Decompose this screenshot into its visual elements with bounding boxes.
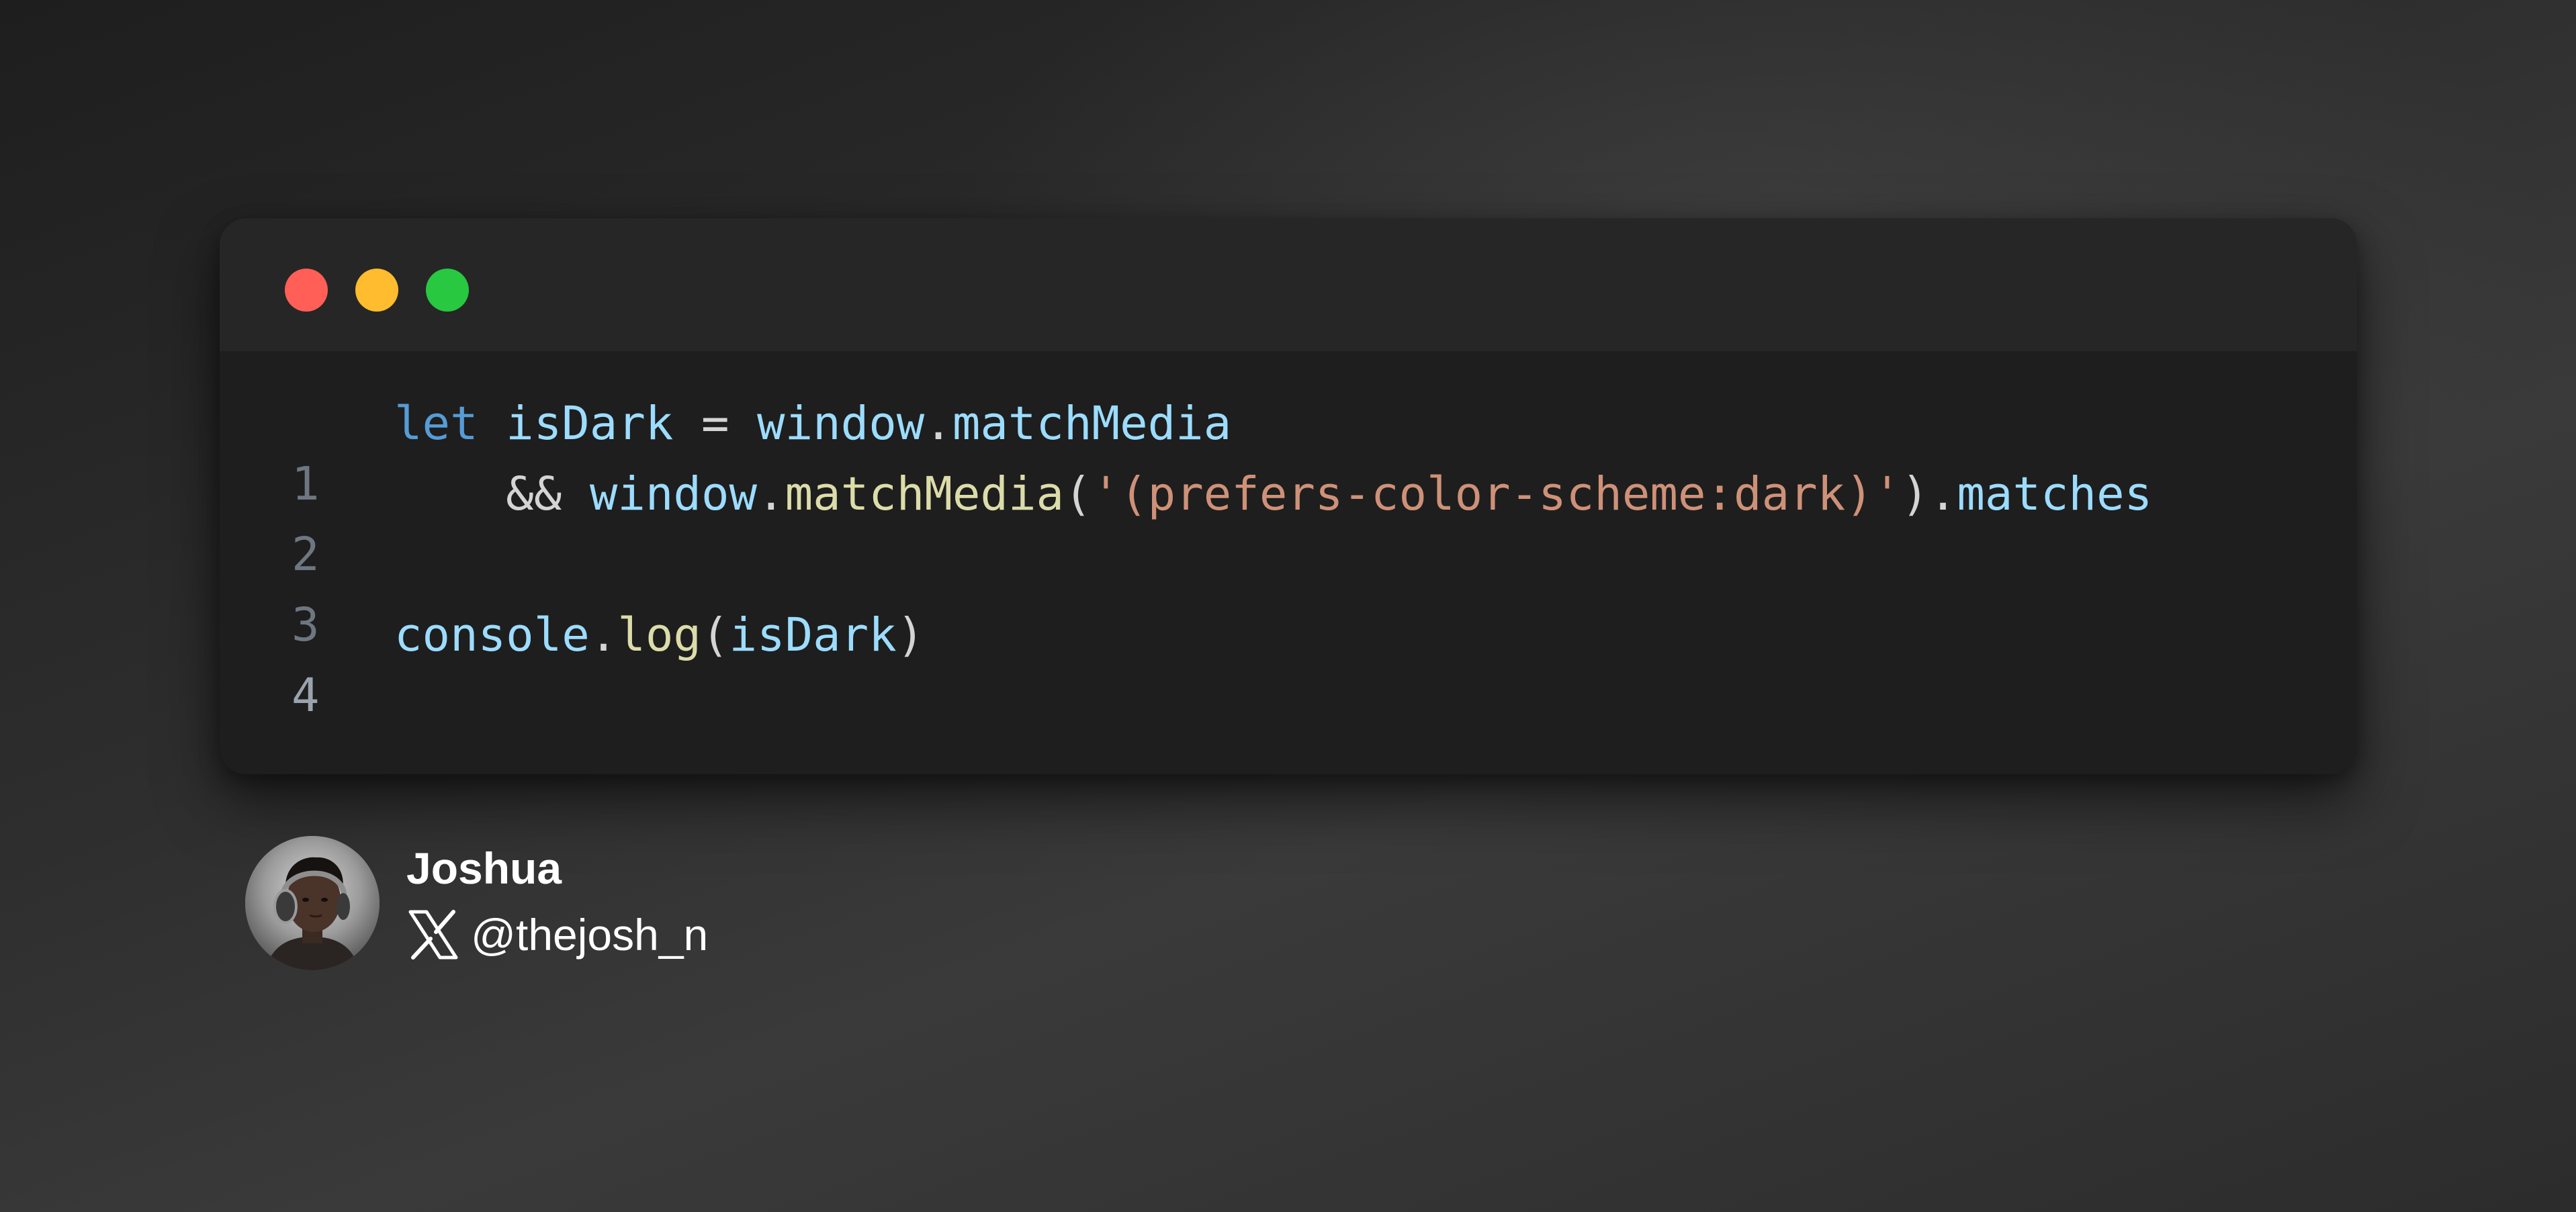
code-line: 2 && window.matchMedia('(prefers-color-s… [220, 464, 2357, 581]
code-token-paren: ) [1901, 467, 1929, 521]
minimize-window-icon[interactable] [355, 269, 398, 312]
line-content: && window.matchMedia('(prefers-color-sch… [394, 464, 2152, 524]
code-token-string: '(prefers-color-scheme:dark)' [1092, 467, 1902, 521]
code-token-object: console [394, 608, 590, 662]
code-token-function: matchMedia [785, 467, 1065, 521]
code-token-dot: . [757, 467, 785, 521]
code-token-keyword: let [394, 397, 478, 451]
code-token-object: window [589, 467, 758, 521]
code-token-property: matches [1957, 467, 2153, 521]
code-token-paren: ( [701, 608, 729, 662]
code-token-property: matchMedia [952, 397, 1232, 451]
maximize-window-icon[interactable] [426, 269, 469, 312]
avatar [245, 836, 380, 970]
code-token-paren: ) [896, 608, 925, 662]
code-line: 3 [220, 534, 2357, 652]
code-token-dot: . [589, 608, 618, 662]
code-token-operator: && [506, 467, 562, 521]
line-content: console.log(isDark) [394, 605, 924, 665]
code-line: 4 console.log(isDark) [220, 605, 2357, 722]
code-window: 1 let isDark = window.matchMedia 2 && wi… [220, 218, 2357, 774]
close-window-icon[interactable] [285, 269, 328, 312]
line-number: 4 [292, 669, 320, 722]
author-handle[interactable]: @thejosh_n [471, 906, 708, 963]
window-titlebar [220, 218, 2357, 351]
code-token-variable: isDark [506, 397, 674, 451]
code-token-indent [394, 467, 506, 521]
author-card: Joshua @thejosh_n [245, 836, 850, 970]
author-name: Joshua [406, 843, 562, 893]
x-logo-icon [408, 910, 458, 960]
code-token-variable: isDark [729, 608, 897, 662]
avatar-portrait-icon [245, 836, 380, 970]
code-token-dot: . [1928, 467, 1957, 521]
code-line: 1 let isDark = window.matchMedia [220, 393, 2357, 511]
code-token-operator: = [673, 397, 758, 451]
code-token-function: log [617, 608, 701, 662]
code-token-paren: ( [1064, 467, 1092, 521]
code-editor: 1 let isDark = window.matchMedia 2 && wi… [220, 351, 2357, 774]
code-token-object: window [757, 397, 925, 451]
line-content: let isDark = window.matchMedia [394, 393, 1231, 454]
code-token-dot: . [924, 397, 952, 451]
